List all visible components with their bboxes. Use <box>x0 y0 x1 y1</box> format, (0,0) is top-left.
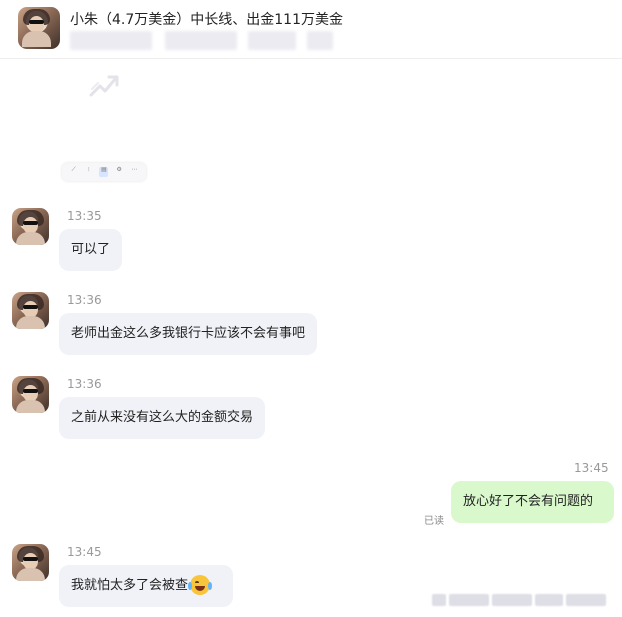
blurred-subtitle <box>307 31 333 50</box>
blurred-subtitle <box>248 31 296 50</box>
toolbar-bars-icon[interactable]: ⦙ <box>84 167 93 177</box>
chart-toolbar: ⟋ ⦙ ▤ ⚙ ⋯ <box>62 163 146 181</box>
message-bubble[interactable]: 我就怕太多了会被查 <box>59 565 233 607</box>
chat-header: 小朱（4.7万美金）中长线、出金111万美金 <box>0 0 622 59</box>
message-time: 13:35 <box>67 209 102 223</box>
message-bubble[interactable]: 之前从来没有这么大的金额交易 <box>59 397 266 439</box>
blurred-watermark <box>432 593 617 607</box>
sender-avatar[interactable] <box>12 544 49 581</box>
contact-avatar[interactable] <box>18 7 60 49</box>
trend-chart-icon <box>89 75 119 97</box>
read-status: 已读 <box>424 516 444 527</box>
toolbar-more-icon[interactable]: ⋯ <box>130 167 139 177</box>
message-time: 13:36 <box>67 377 102 391</box>
toolbar-grid-icon[interactable]: ▤ <box>99 167 109 177</box>
message-time: 13:45 <box>67 545 102 559</box>
message-bubble[interactable]: 老师出金这么多我银行卡应该不会有事吧 <box>59 313 318 355</box>
message-bubble[interactable]: 可以了 <box>59 229 123 271</box>
blurred-subtitle <box>165 31 237 50</box>
toolbar-settings-icon[interactable]: ⚙ <box>115 167 124 177</box>
message-bubble[interactable]: 放心好了不会有问题的 <box>451 481 614 523</box>
chat-title: 小朱（4.7万美金）中长线、出金111万美金 <box>70 12 343 28</box>
message-text: 我就怕太多了会被查 <box>71 578 189 593</box>
toolbar-line-icon[interactable]: ⟋ <box>69 167 78 177</box>
blurred-subtitle <box>70 31 152 50</box>
sender-avatar[interactable] <box>12 208 49 245</box>
tears-of-joy-emoji-icon <box>188 574 213 595</box>
message-time: 13:45 <box>574 461 609 475</box>
sender-avatar[interactable] <box>12 376 49 413</box>
sender-avatar[interactable] <box>12 292 49 329</box>
message-time: 13:36 <box>67 293 102 307</box>
